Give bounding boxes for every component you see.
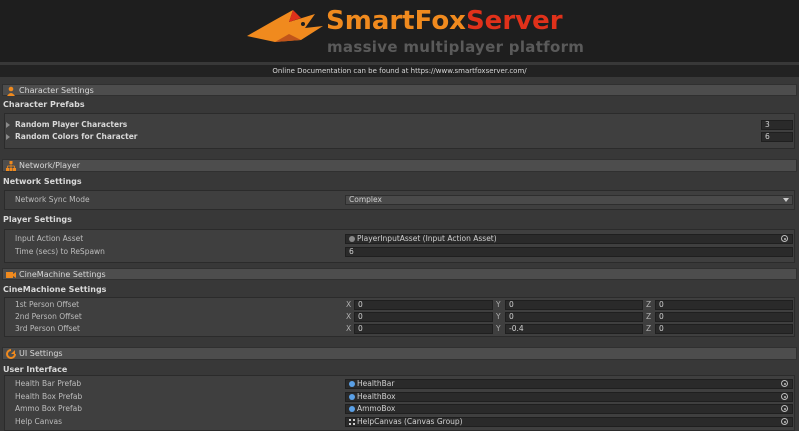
random-player-characters-field[interactable]: 3 <box>761 120 793 130</box>
axis-z-label[interactable]: Z <box>646 324 651 334</box>
ammo-box-prefab-label: Ammo Box Prefab <box>15 404 82 413</box>
fox-logo-icon <box>247 10 323 42</box>
input-action-asset-field[interactable]: PlayerInputAsset (Input Action Asset) <box>345 234 793 244</box>
third-person-offset-x[interactable]: 0 <box>354 324 493 334</box>
brand-logo-text: SmartFoxServer <box>326 6 563 36</box>
help-canvas-value: HelpCanvas (Canvas Group) <box>357 417 463 426</box>
health-box-prefab-value: HealthBox <box>357 392 396 401</box>
first-person-offset-x[interactable]: 0 <box>354 300 493 310</box>
third-person-offset-label: 3rd Person Offset <box>15 324 80 333</box>
axis-y-label[interactable]: Y <box>496 312 501 322</box>
person-icon <box>7 86 15 96</box>
second-person-offset-x[interactable]: 0 <box>354 312 493 322</box>
axis-y-label[interactable]: Y <box>496 324 501 334</box>
help-canvas-label: Help Canvas <box>15 417 63 426</box>
prefab-icon <box>349 394 355 400</box>
section-header-character[interactable]: Character Settings <box>2 84 797 96</box>
network-sync-mode-value: Complex <box>349 195 382 204</box>
group-title-network-settings: Network Settings <box>3 177 82 186</box>
second-person-offset-y[interactable]: 0 <box>505 312 643 322</box>
random-colors-field[interactable]: 6 <box>761 132 793 142</box>
chevron-down-icon[interactable] <box>783 198 789 202</box>
group-title-cinemachine: CineMachione Settings <box>3 285 107 294</box>
second-person-offset-label: 2nd Person Offset <box>15 312 82 321</box>
documentation-note: Online Documentation can be found at htt… <box>0 65 799 77</box>
prefab-icon <box>349 381 355 387</box>
group-title-player-settings: Player Settings <box>3 215 72 224</box>
health-bar-prefab-label: Health Bar Prefab <box>15 379 82 388</box>
first-person-offset-y[interactable]: 0 <box>505 300 643 310</box>
second-person-offset-z[interactable]: 0 <box>655 312 793 322</box>
section-title: CineMachine Settings <box>19 270 106 279</box>
section-header-cinemachine[interactable]: CineMachine Settings <box>2 268 797 280</box>
object-picker-icon[interactable] <box>781 235 788 242</box>
axis-y-label[interactable]: Y <box>496 300 501 310</box>
input-action-asset-value: PlayerInputAsset (Input Action Asset) <box>357 234 497 243</box>
network-icon <box>6 161 16 171</box>
respawn-time-field[interactable]: 6 <box>345 247 793 257</box>
health-bar-prefab-value: HealthBar <box>357 379 395 388</box>
third-person-offset-z[interactable]: 0 <box>655 324 793 334</box>
help-canvas-field[interactable]: HelpCanvas (Canvas Group) <box>345 417 793 427</box>
axis-x-label[interactable]: X <box>346 312 351 322</box>
object-picker-icon[interactable] <box>781 405 788 412</box>
health-box-prefab-label: Health Box Prefab <box>15 392 83 401</box>
section-header-ui[interactable]: UI Settings <box>2 347 797 360</box>
brand-part2: Server <box>465 6 563 36</box>
input-action-asset-icon <box>349 236 355 242</box>
axis-z-label[interactable]: Z <box>646 312 651 322</box>
axis-x-label[interactable]: X <box>346 300 351 310</box>
network-sync-mode-dropdown[interactable]: Complex <box>345 195 793 205</box>
section-header-network[interactable]: Network/Player <box>2 159 797 172</box>
character-prefabs-box <box>4 113 795 149</box>
ammo-box-prefab-field[interactable]: AmmoBox <box>345 404 793 414</box>
section-title: Network/Player <box>19 161 80 170</box>
section-title: UI Settings <box>19 349 63 358</box>
network-sync-mode-label: Network Sync Mode <box>15 195 90 204</box>
health-box-prefab-field[interactable]: HealthBox <box>345 392 793 402</box>
ui-refresh-icon <box>6 349 16 359</box>
brand-part1: SmartFox <box>326 6 466 36</box>
input-action-asset-label: Input Action Asset <box>15 234 84 243</box>
object-picker-icon[interactable] <box>781 418 788 425</box>
health-bar-prefab-field[interactable]: HealthBar <box>345 379 793 389</box>
axis-x-label[interactable]: X <box>346 324 351 334</box>
section-title: Character Settings <box>19 86 94 95</box>
random-player-characters-label: Random Player Characters <box>15 120 128 129</box>
camera-icon <box>6 272 16 278</box>
brand-tagline: massive multiplayer platform <box>327 38 585 56</box>
respawn-time-label: Time (secs) to ReSpawn <box>15 247 105 256</box>
header-banner: SmartFoxServer massive multiplayer platf… <box>0 0 799 62</box>
ammo-box-prefab-value: AmmoBox <box>357 404 396 413</box>
object-picker-icon[interactable] <box>781 393 788 400</box>
object-picker-icon[interactable] <box>781 380 788 387</box>
canvas-group-icon <box>349 419 355 425</box>
third-person-offset-y[interactable]: -0.4 <box>505 324 643 334</box>
foldout-arrow-icon[interactable] <box>6 121 10 130</box>
prefab-icon <box>349 406 355 412</box>
first-person-offset-label: 1st Person Offset <box>15 300 80 309</box>
axis-z-label[interactable]: Z <box>646 300 651 310</box>
group-title-character-prefabs: Character Prefabs <box>3 100 85 109</box>
first-person-offset-z[interactable]: 0 <box>655 300 793 310</box>
random-colors-label: Random Colors for Character <box>15 132 138 141</box>
foldout-arrow-icon[interactable] <box>6 133 10 142</box>
